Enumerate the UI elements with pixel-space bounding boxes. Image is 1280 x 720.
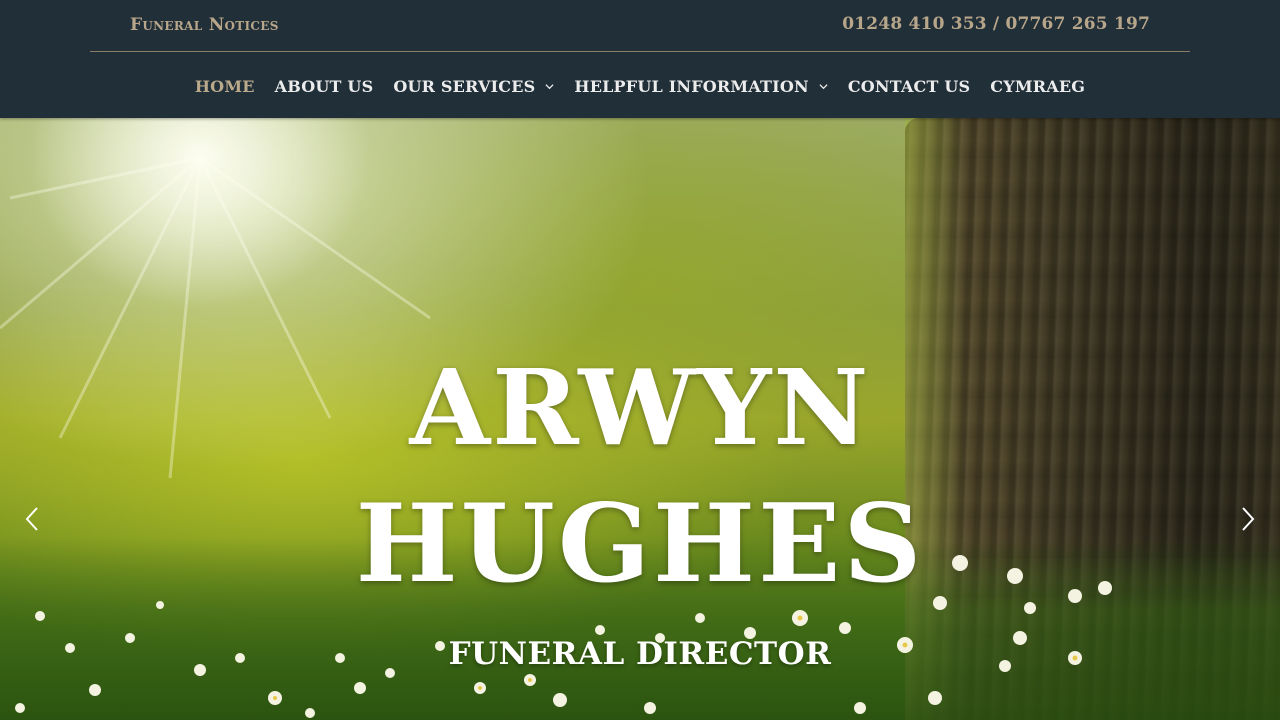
nav-our-services-label: OUR SERVICES <box>393 76 536 96</box>
header-top-row: Funeral Notices 01248 410 353 / 07767 26… <box>90 0 1190 52</box>
chevron-left-icon[interactable] <box>20 504 44 534</box>
nav-about-us[interactable]: ABOUT US <box>275 77 374 96</box>
phone-numbers: 01248 410 353 / 07767 265 197 <box>842 14 1150 34</box>
hero-slider: ARWYN HUGHES FUNERAL DIRECTOR <box>0 118 1280 720</box>
hero-title-line2: HUGHES <box>355 481 925 607</box>
chevron-down-icon <box>545 83 554 89</box>
nav-cymraeg[interactable]: CYMRAEG <box>990 77 1085 96</box>
nav-helpful-information-label: HELPFUL INFORMATION <box>574 76 809 96</box>
nav-about-us-label: ABOUT US <box>274 76 374 96</box>
nav-helpful-information[interactable]: HELPFUL INFORMATION <box>574 76 828 96</box>
nav-home-label: HOME <box>194 76 255 96</box>
chevron-right-icon[interactable] <box>1236 504 1260 534</box>
nav-our-services[interactable]: OUR SERVICES <box>393 77 554 96</box>
main-nav: HOME ABOUT US OUR SERVICES HELPFUL INFOR… <box>0 73 1280 99</box>
chevron-down-icon <box>819 83 828 89</box>
hero-title-line1: ARWYN <box>409 346 871 469</box>
nav-cymraeg-label: CYMRAEG <box>990 76 1086 96</box>
nav-contact-us-label: CONTACT US <box>847 76 971 96</box>
nav-contact-us[interactable]: CONTACT US <box>848 77 970 96</box>
funeral-notices-link[interactable]: Funeral Notices <box>130 15 279 35</box>
site-header: Funeral Notices 01248 410 353 / 07767 26… <box>0 0 1280 118</box>
nav-home[interactable]: HOME <box>195 77 255 96</box>
hero-subtitle: FUNERAL DIRECTOR <box>448 636 832 672</box>
